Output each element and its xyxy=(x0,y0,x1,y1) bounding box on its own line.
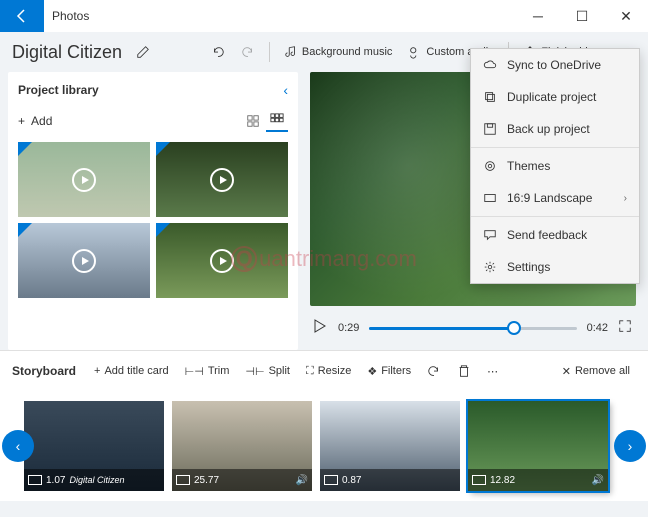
menu-settings[interactable]: Settings xyxy=(471,251,639,283)
aspect-icon xyxy=(176,475,190,485)
menu-sync-onedrive[interactable]: Sync to OneDrive xyxy=(471,49,639,81)
delete-button[interactable] xyxy=(451,360,477,382)
feedback-icon xyxy=(483,228,497,242)
play-icon xyxy=(72,168,96,192)
rotate-button[interactable] xyxy=(421,360,447,382)
trash-icon xyxy=(457,364,471,378)
add-media-button[interactable]: + Add xyxy=(18,114,52,128)
remove-all-button[interactable]: ✕Remove all xyxy=(556,361,636,382)
divider xyxy=(269,42,270,62)
view-large-button[interactable] xyxy=(242,110,264,132)
current-time: 0:29 xyxy=(338,322,359,334)
sound-icon: 🔊 xyxy=(296,475,308,486)
library-item[interactable] xyxy=(18,142,150,217)
storyboard-clip[interactable]: 25.77🔊 xyxy=(172,401,312,491)
resize-icon: ⛶ xyxy=(306,365,314,378)
copy-icon xyxy=(483,90,497,104)
menu-duplicate[interactable]: Duplicate project xyxy=(471,81,639,113)
project-title: Digital Citizen xyxy=(12,42,122,63)
menu-themes[interactable]: Themes xyxy=(471,150,639,182)
prev-clips-button[interactable]: ‹ xyxy=(2,430,34,462)
menu-aspect-ratio[interactable]: 16:9 Landscape› xyxy=(471,182,639,214)
resize-button[interactable]: ⛶Resize xyxy=(300,361,357,382)
edit-title-button[interactable] xyxy=(130,41,156,63)
chevron-right-icon: › xyxy=(624,193,627,204)
storyboard-clip[interactable]: 12.82🔊 xyxy=(468,401,608,491)
play-icon xyxy=(210,249,234,273)
clip-label: Digital Citizen xyxy=(69,475,124,485)
rotate-icon xyxy=(427,364,441,378)
aspect-icon xyxy=(28,475,42,485)
app-title: Photos xyxy=(44,9,89,23)
plus-icon: + xyxy=(94,365,100,377)
more-menu: Sync to OneDrive Duplicate project Back … xyxy=(470,48,640,284)
undo-button[interactable] xyxy=(205,41,231,63)
filters-icon: ❖ xyxy=(367,365,377,378)
filters-button[interactable]: ❖Filters xyxy=(361,361,417,382)
more-button[interactable]: ⋯ xyxy=(481,361,504,382)
storyboard-section: Storyboard +Add title card ⊢⊣Trim ⊣⊢Spli… xyxy=(0,350,648,501)
back-button[interactable] xyxy=(0,0,44,32)
fullscreen-button[interactable] xyxy=(618,319,632,338)
storyboard-title: Storyboard xyxy=(12,364,76,378)
background-music-button[interactable]: Background music xyxy=(278,41,399,63)
library-item[interactable] xyxy=(18,223,150,298)
cloud-icon xyxy=(483,58,497,72)
play-icon xyxy=(72,249,96,273)
close-icon: ✕ xyxy=(562,365,571,378)
next-clips-button[interactable]: › xyxy=(614,430,646,462)
plus-icon: + xyxy=(18,114,25,128)
split-icon: ⊣⊢ xyxy=(245,365,264,378)
sound-icon: 🔊 xyxy=(592,475,604,486)
menu-separator xyxy=(471,216,639,217)
menu-feedback[interactable]: Send feedback xyxy=(471,219,639,251)
audio-icon xyxy=(408,45,422,59)
view-small-button[interactable] xyxy=(266,110,288,132)
trim-button[interactable]: ⊢⊣Trim xyxy=(179,361,236,382)
trim-icon: ⊢⊣ xyxy=(185,365,204,378)
aspect-icon xyxy=(472,475,486,485)
storyboard-clip[interactable]: 1.07Digital Citizen xyxy=(24,401,164,491)
aspect-icon xyxy=(483,191,497,205)
play-icon xyxy=(210,168,234,192)
library-item[interactable] xyxy=(156,223,288,298)
storyboard-clip[interactable]: 0.87 xyxy=(320,401,460,491)
collapse-button[interactable]: ‹ xyxy=(283,82,288,98)
project-library-panel: Project library ‹ + Add xyxy=(8,72,298,350)
menu-separator xyxy=(471,147,639,148)
playback-controls: 0:29 0:42 xyxy=(310,306,636,350)
add-title-card-button[interactable]: +Add title card xyxy=(88,361,175,381)
close-button[interactable]: ✕ xyxy=(604,0,648,32)
library-title: Project library xyxy=(18,83,99,97)
gear-icon xyxy=(483,260,497,274)
play-button[interactable] xyxy=(314,319,328,338)
titlebar: Photos ─ ☐ ✕ xyxy=(0,0,648,32)
maximize-button[interactable]: ☐ xyxy=(560,0,604,32)
save-icon xyxy=(483,122,497,136)
split-button[interactable]: ⊣⊢Split xyxy=(239,361,296,382)
library-item[interactable] xyxy=(156,142,288,217)
redo-button[interactable] xyxy=(235,41,261,63)
total-time: 0:42 xyxy=(587,322,608,334)
music-icon xyxy=(284,45,298,59)
menu-backup[interactable]: Back up project xyxy=(471,113,639,145)
minimize-button[interactable]: ─ xyxy=(516,0,560,32)
seek-knob[interactable] xyxy=(507,321,521,335)
seek-bar[interactable] xyxy=(369,327,576,330)
aspect-icon xyxy=(324,475,338,485)
theme-icon xyxy=(483,159,497,173)
